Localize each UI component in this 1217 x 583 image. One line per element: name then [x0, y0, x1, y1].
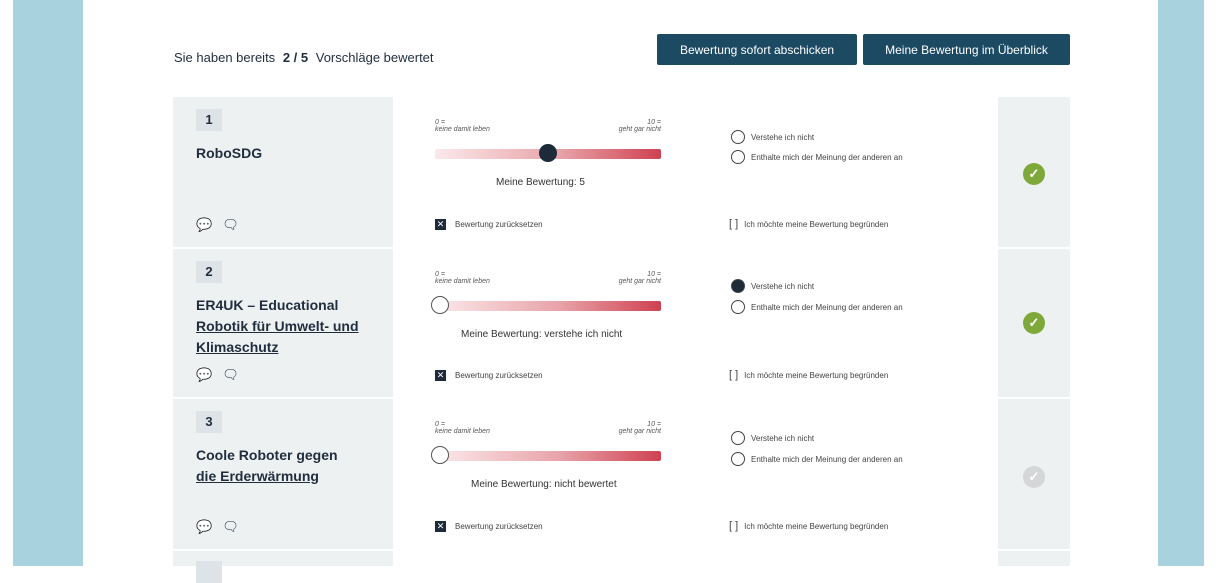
dont-understand-option[interactable]: Verstehe ich nicht [731, 130, 814, 144]
reset-rating-checkbox[interactable]: ✕ Bewertung zurücksetzen [435, 219, 543, 230]
progress-suffix: Vorschläge bewertet [315, 50, 434, 65]
proposal-row-1: 1 RoboSDG 💬 🗨 0 = keine damit leben 10 = g… [173, 97, 1070, 247]
proposal-title[interactable]: ER4UK – Educational Robotik für Umwelt- u… [196, 295, 366, 358]
slider-handle[interactable] [539, 144, 557, 162]
progress-count: 2 / 5 [282, 50, 309, 65]
proposal-number [196, 561, 222, 583]
scale-high-label: 10 = geht gar nicht [618, 271, 661, 285]
check-circle-icon: ✓ [1023, 466, 1045, 488]
proposal-info: 1 RoboSDG 💬 🗨 [173, 97, 393, 247]
justify-rating-option[interactable]: [ ] Ich möchte meine Bewertung begründen [729, 520, 888, 532]
scale-low-label: 0 = keine damit leben [435, 119, 490, 133]
rating-progress: Sie haben bereits 2 / 5 Vorschläge bewer… [174, 50, 434, 65]
rating-area: 0 = keine damit leben 10 = geht gar nicht… [393, 249, 998, 397]
status-cell: ✓ [998, 249, 1070, 397]
speech-bubble-icon[interactable]: 💬 [196, 217, 212, 232]
left-margin [13, 0, 83, 566]
proposal-row-2: 2 ER4UK – Educational Robotik für Umwelt-… [173, 249, 1070, 397]
comments-icon[interactable]: 🗨 [222, 519, 239, 534]
close-icon: ✕ [435, 521, 446, 532]
proposal-title[interactable]: Coole Roboter gegen die Erderwärmung [196, 445, 366, 487]
rating-text: Meine Bewertung: 5 [496, 177, 585, 188]
check-circle-icon: ✓ [1023, 312, 1045, 334]
proposal-number: 1 [196, 109, 222, 131]
right-margin [1158, 0, 1204, 566]
abstain-option[interactable]: Enthalte mich der Meinung der anderen an [731, 150, 903, 164]
rating-area: 0 = keine damit leben 10 = geht gar nicht… [393, 399, 998, 549]
scale-low-label: 0 = keine damit leben [435, 271, 490, 285]
slider-handle[interactable] [431, 446, 449, 464]
status-cell: ✓ [998, 97, 1070, 247]
status-cell: ✓ [998, 399, 1070, 549]
proposal-number: 2 [196, 261, 222, 283]
rating-slider[interactable] [435, 451, 661, 461]
slider-handle[interactable] [431, 296, 449, 314]
proposal-title[interactable]: RoboSDG [196, 143, 366, 164]
rating-text: Meine Bewertung: nicht bewertet [471, 479, 617, 490]
proposal-info: 3 Coole Roboter gegen die Erderwärmung 💬 🗨 [173, 399, 393, 549]
justify-rating-option[interactable]: [ ] Ich möchte meine Bewertung begründen [729, 369, 888, 381]
justify-rating-option[interactable]: [ ] Ich möchte meine Bewertung begründen [729, 218, 888, 230]
proposal-row-4-partial [173, 551, 1070, 583]
proposal-number: 3 [196, 411, 222, 433]
reset-rating-checkbox[interactable]: ✕ Bewertung zurücksetzen [435, 370, 543, 381]
scale-high-label: 10 = geht gar nicht [618, 421, 661, 435]
scale-high-label: 10 = geht gar nicht [618, 119, 661, 133]
dont-understand-option[interactable]: Verstehe ich nicht [731, 279, 814, 293]
close-icon: ✕ [435, 219, 446, 230]
scale-low-label: 0 = keine damit leben [435, 421, 490, 435]
reset-rating-checkbox[interactable]: ✕ Bewertung zurücksetzen [435, 521, 543, 532]
speech-bubble-icon[interactable]: 💬 [196, 519, 212, 534]
close-icon: ✕ [435, 370, 446, 381]
speech-bubble-icon[interactable]: 💬 [196, 367, 212, 382]
check-circle-icon: ✓ [1023, 163, 1045, 185]
rating-area: 0 = keine damit leben 10 = geht gar nicht… [393, 97, 998, 247]
comments-icon[interactable]: 🗨 [222, 217, 239, 232]
proposal-info: 2 ER4UK – Educational Robotik für Umwelt-… [173, 249, 393, 397]
dont-understand-option[interactable]: Verstehe ich nicht [731, 431, 814, 445]
proposal-info [173, 551, 393, 583]
abstain-option[interactable]: Enthalte mich der Meinung der anderen an [731, 452, 903, 466]
comments-icon[interactable]: 🗨 [222, 367, 239, 382]
rating-text: Meine Bewertung: verstehe ich nicht [461, 329, 623, 340]
rating-overview-button[interactable]: Meine Bewertung im Überblick [863, 34, 1070, 65]
abstain-option[interactable]: Enthalte mich der Meinung der anderen an [731, 300, 903, 314]
progress-prefix: Sie haben bereits [174, 50, 276, 65]
proposal-row-3: 3 Coole Roboter gegen die Erderwärmung 💬 🗨… [173, 399, 1070, 549]
submit-rating-button[interactable]: Bewertung sofort abschicken [657, 34, 857, 65]
status-cell [998, 551, 1070, 566]
rating-slider[interactable] [435, 301, 661, 311]
